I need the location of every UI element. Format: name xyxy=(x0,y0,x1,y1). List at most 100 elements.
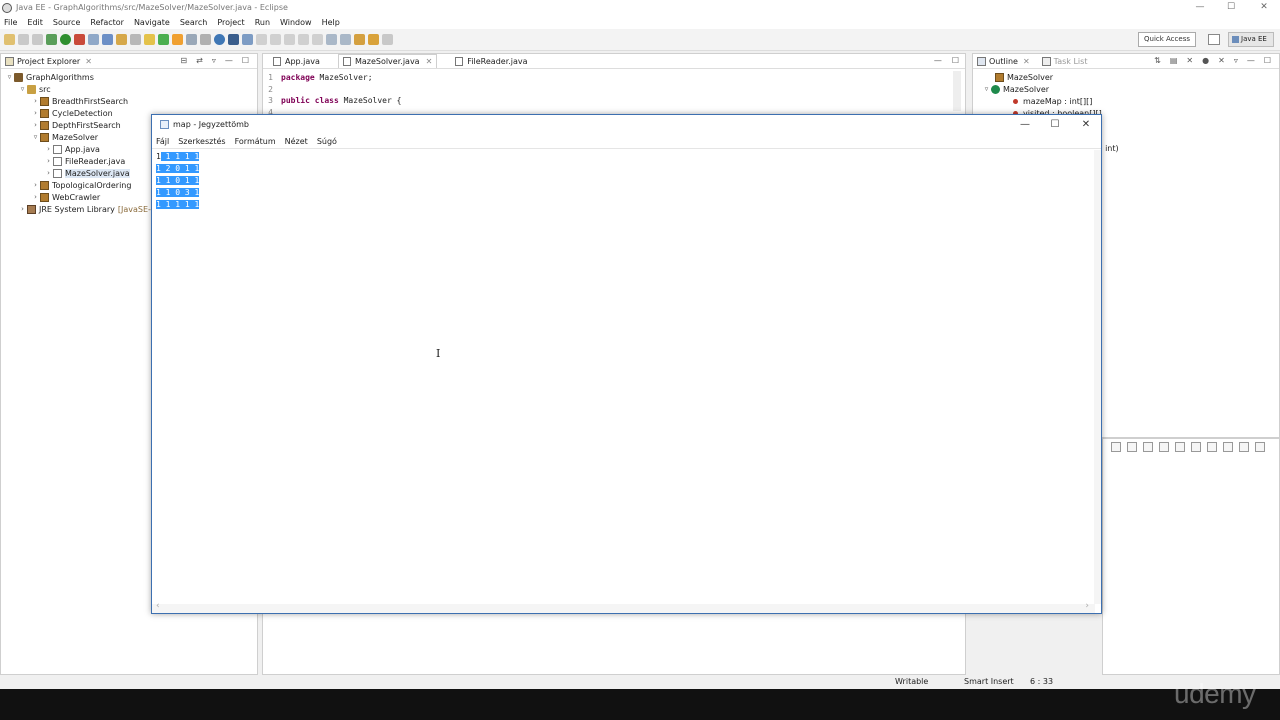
collapse-all-icon[interactable]: ⊟ xyxy=(180,56,187,65)
menu-file[interactable]: File xyxy=(4,18,17,27)
tab-filereader-java[interactable]: FileReader.java xyxy=(451,54,531,68)
maximize-view-icon[interactable]: ☐ xyxy=(1264,56,1271,65)
notepad-horizontal-scrollbar[interactable] xyxy=(152,601,1095,613)
tab-project-explorer[interactable]: Project Explorer ✕ xyxy=(5,56,92,66)
notepad-maximize-button[interactable]: ☐ xyxy=(1040,115,1070,134)
new-server-icon[interactable] xyxy=(102,34,113,45)
panel-tool-icon[interactable] xyxy=(1159,442,1169,452)
tab-mazesolver-java[interactable]: MazeSolver.java ✕ xyxy=(337,54,438,68)
last-edit-icon[interactable] xyxy=(354,34,365,45)
maximize-button[interactable]: ☐ xyxy=(1215,0,1247,15)
run-icon[interactable] xyxy=(60,34,71,45)
minimize-button[interactable]: — xyxy=(1184,0,1216,15)
debug-icon[interactable] xyxy=(46,34,57,45)
save-all-icon[interactable] xyxy=(32,34,43,45)
notepad-text-area[interactable]: 1 1 1 1 1 1 2 0 1 1 1 1 0 1 1 1 1 0 3 1 … xyxy=(156,151,200,211)
prev-annotation-icon[interactable] xyxy=(340,34,351,45)
suspend-icon[interactable] xyxy=(312,34,323,45)
expand-icon[interactable]: › xyxy=(31,121,40,129)
open-perspective-icon[interactable] xyxy=(1208,34,1220,45)
close-view-icon[interactable]: ✕ xyxy=(85,57,92,66)
panel-tool-icon[interactable] xyxy=(1175,442,1185,452)
view-menu-icon[interactable]: ▿ xyxy=(212,56,216,65)
panel-tool-icon[interactable] xyxy=(1143,442,1153,452)
forward-icon[interactable] xyxy=(382,34,393,45)
step-return-icon[interactable] xyxy=(284,34,295,45)
code-area[interactable]: 1 package MazeSolver; 2 3 public class M… xyxy=(263,69,965,119)
expand-icon[interactable]: › xyxy=(18,205,27,213)
notepad-vertical-scrollbar[interactable] xyxy=(1094,150,1101,604)
panel-tool-icon[interactable] xyxy=(1223,442,1233,452)
tree-item-package[interactable]: › DepthFirstSearch xyxy=(31,119,121,131)
maximize-view-icon[interactable]: ☐ xyxy=(242,56,249,65)
expand-icon[interactable]: ▿ xyxy=(18,85,27,93)
outline-item-package[interactable]: MazeSolver xyxy=(995,71,1053,83)
panel-tool-icon[interactable] xyxy=(1239,442,1249,452)
expand-icon[interactable]: › xyxy=(44,145,53,153)
outline-item-field[interactable]: mazeMap : int[][] xyxy=(1011,95,1092,107)
panel-tool-icon[interactable] xyxy=(1127,442,1137,452)
tab-app-java[interactable]: App.java xyxy=(269,54,324,68)
tree-item-package[interactable]: › BreadthFirstSearch xyxy=(31,95,128,107)
back-icon[interactable] xyxy=(368,34,379,45)
notepad-minimize-button[interactable]: — xyxy=(1010,115,1040,134)
notepad-close-button[interactable]: ✕ xyxy=(1071,115,1101,134)
notepad-menu-view[interactable]: Nézet xyxy=(285,137,308,146)
tab-task-list[interactable]: Task List xyxy=(1041,56,1087,66)
expand-icon[interactable]: › xyxy=(31,193,40,201)
expand-icon[interactable]: › xyxy=(31,109,40,117)
outline-item-class[interactable]: ▿ MazeSolver xyxy=(982,83,1049,95)
tab-outline[interactable]: Outline ✕ xyxy=(977,56,1030,66)
link-editor-icon[interactable]: ⇄ xyxy=(196,56,203,65)
run-config-icon[interactable] xyxy=(74,34,85,45)
server-icon[interactable] xyxy=(88,34,99,45)
pointer-icon[interactable] xyxy=(242,34,253,45)
menu-search[interactable]: Search xyxy=(180,18,207,27)
tree-item-project[interactable]: ▿ GraphAlgorithms xyxy=(5,71,94,83)
search-icon[interactable] xyxy=(144,34,155,45)
menu-navigate[interactable]: Navigate xyxy=(134,18,170,27)
tree-item-file[interactable]: › App.java xyxy=(44,143,100,155)
menu-window[interactable]: Window xyxy=(280,18,312,27)
hide-nonpublic-icon[interactable]: ● xyxy=(1202,56,1209,65)
show-whitespace-icon[interactable] xyxy=(200,34,211,45)
block-select-icon[interactable] xyxy=(186,34,197,45)
step-over-icon[interactable] xyxy=(270,34,281,45)
tree-item-package[interactable]: › CycleDetection xyxy=(31,107,113,119)
minimize-editor-icon[interactable]: — xyxy=(934,56,942,65)
view-menu-icon[interactable]: ▿ xyxy=(1234,56,1238,65)
open-type-icon[interactable] xyxy=(116,34,127,45)
tree-item-package[interactable]: › WebCrawler xyxy=(31,191,100,203)
menu-help[interactable]: Help xyxy=(322,18,340,27)
hide-static-icon[interactable]: ✕ xyxy=(1186,56,1193,65)
annotation-icon[interactable] xyxy=(172,34,183,45)
menu-project[interactable]: Project xyxy=(217,18,244,27)
tree-item-file[interactable]: › FileReader.java xyxy=(44,155,125,167)
hide-fields-icon[interactable]: ▤ xyxy=(1170,56,1178,65)
minimize-view-icon[interactable]: — xyxy=(1247,56,1255,65)
menu-source[interactable]: Source xyxy=(53,18,80,27)
notepad-menu-edit[interactable]: Szerkesztés xyxy=(178,137,225,146)
tree-item-library[interactable]: › JRE System Library [JavaSE-1.8] xyxy=(18,203,167,215)
minimize-view-icon[interactable]: — xyxy=(225,56,233,65)
expand-icon[interactable]: ▿ xyxy=(5,73,14,81)
tree-item-src[interactable]: ▿ src xyxy=(18,83,51,95)
toggle-mark-icon[interactable] xyxy=(158,34,169,45)
menu-edit[interactable]: Edit xyxy=(27,18,43,27)
expand-icon[interactable]: › xyxy=(44,157,53,165)
close-button[interactable]: ✕ xyxy=(1248,0,1280,15)
expand-icon[interactable]: ▿ xyxy=(31,133,40,141)
close-view-icon[interactable]: ✕ xyxy=(1023,57,1030,66)
editor-scrollbar[interactable] xyxy=(953,71,961,111)
expand-icon[interactable]: › xyxy=(31,97,40,105)
panel-tool-icon[interactable] xyxy=(1255,442,1265,452)
terminal-icon[interactable] xyxy=(228,34,239,45)
panel-tool-icon[interactable] xyxy=(1191,442,1201,452)
save-icon[interactable] xyxy=(18,34,29,45)
notepad-menu-help[interactable]: Súgó xyxy=(317,137,337,146)
expand-icon[interactable]: › xyxy=(44,169,53,177)
panel-tool-icon[interactable] xyxy=(1111,442,1121,452)
menu-refactor[interactable]: Refactor xyxy=(90,18,124,27)
new-icon[interactable] xyxy=(4,34,15,45)
notepad-menu-format[interactable]: Formátum xyxy=(235,137,276,146)
